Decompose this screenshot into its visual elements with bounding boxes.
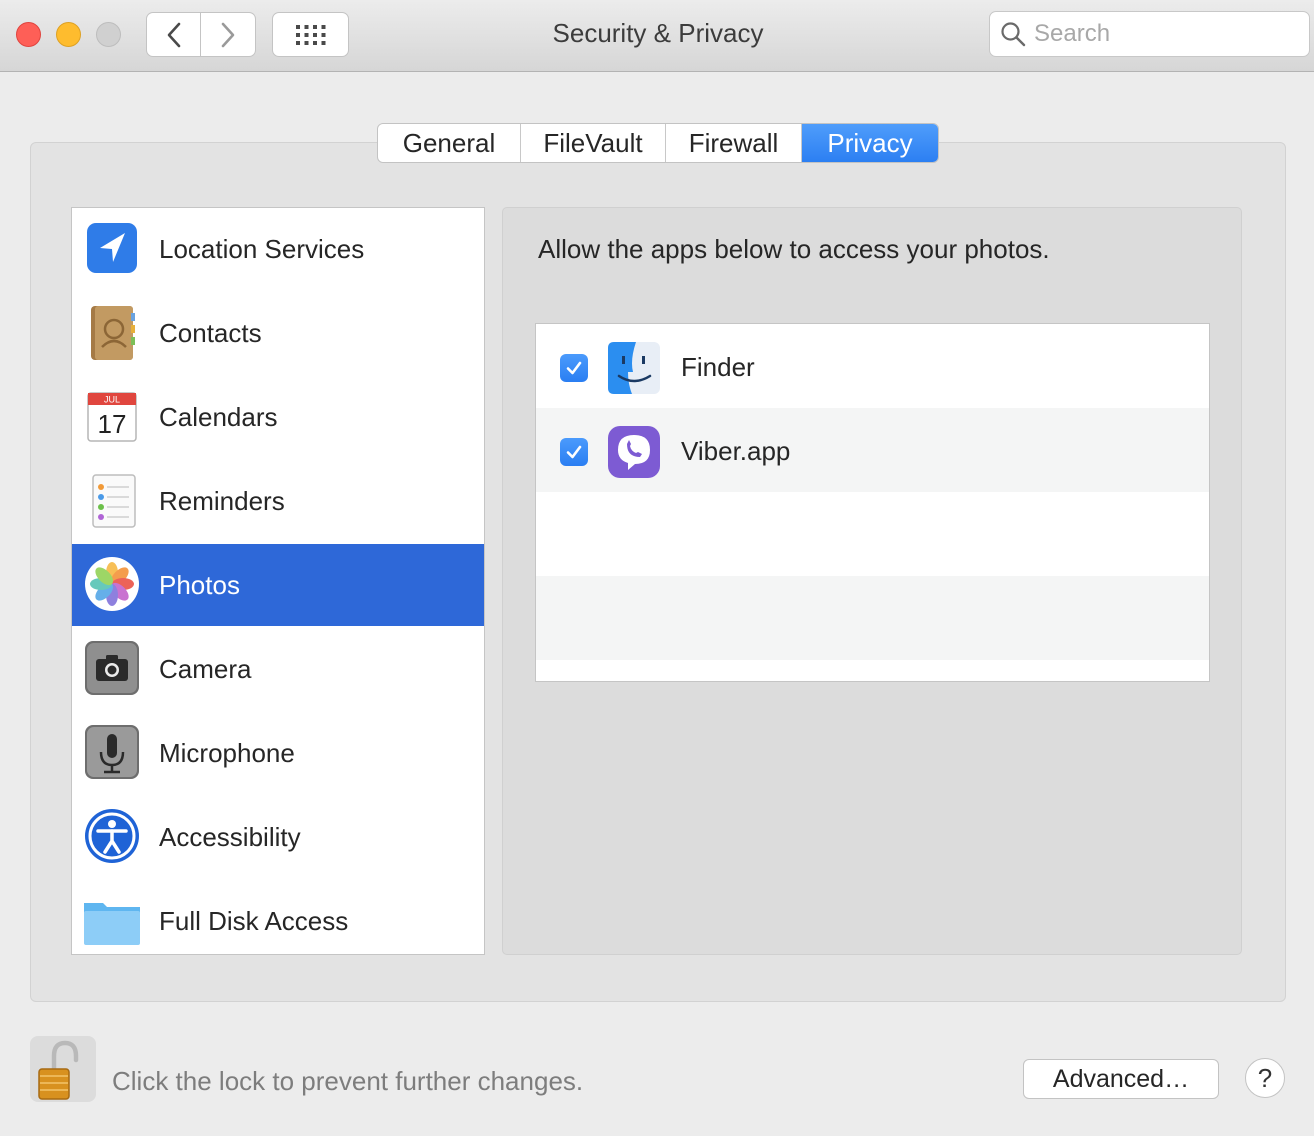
window-title: Security & Privacy	[552, 18, 764, 48]
close-window-button[interactable]	[16, 22, 41, 47]
chevron-left-icon	[167, 22, 180, 47]
category-contacts[interactable]: Contacts	[72, 292, 484, 374]
calendar-month: JUL	[104, 395, 120, 405]
category-label: Calendars	[159, 401, 278, 432]
category-label: Reminders	[159, 485, 285, 516]
category-label: Microphone	[159, 737, 295, 768]
category-microphone[interactable]: Microphone	[72, 712, 484, 794]
finder-checkbox[interactable]	[560, 354, 588, 382]
tab-privacy[interactable]: Privacy	[802, 124, 938, 162]
accessibility-icon	[85, 809, 139, 863]
microphone-icon	[85, 725, 139, 779]
forward-button[interactable]	[201, 12, 256, 57]
location-services-icon	[87, 223, 137, 273]
privacy-category-list[interactable]: Location Services Contacts JUL 17 Calend…	[71, 207, 485, 955]
viber-checkbox[interactable]	[560, 438, 588, 466]
category-camera[interactable]: Camera	[72, 628, 484, 710]
search-field[interactable]	[989, 11, 1310, 57]
calendar-day: 17	[98, 409, 127, 439]
title-bar: Security & Privacy	[0, 0, 1314, 72]
reminders-icon	[92, 474, 136, 528]
checkmark-icon	[566, 445, 582, 459]
search-input[interactable]	[1034, 20, 1294, 48]
app-list[interactable]: Finder Viber.app	[535, 323, 1210, 682]
zoom-window-button[interactable]	[96, 22, 121, 47]
lock-button[interactable]	[30, 1036, 96, 1102]
category-label: Accessibility	[159, 821, 301, 852]
category-label: Photos	[159, 569, 240, 600]
navigation-buttons	[146, 12, 256, 57]
checkmark-icon	[566, 361, 582, 375]
app-row-empty	[536, 492, 1209, 576]
app-row-viber[interactable]: Viber.app	[536, 408, 1209, 492]
app-row-finder[interactable]: Finder	[536, 324, 1209, 408]
app-row-empty	[536, 576, 1209, 660]
unlocked-padlock-icon	[38, 1040, 79, 1100]
category-photos[interactable]: Photos	[72, 544, 484, 626]
back-button[interactable]	[146, 12, 201, 57]
category-label: Location Services	[159, 233, 365, 264]
contacts-icon	[91, 306, 135, 360]
calendar-icon: JUL 17	[87, 392, 137, 442]
folder-icon	[84, 903, 140, 945]
chevron-right-icon	[221, 22, 235, 47]
show-all-button[interactable]	[272, 12, 349, 57]
lock-status-text: Click the lock to prevent further change…	[112, 1066, 584, 1096]
tab-bar: General FileVault Firewall Privacy	[377, 123, 939, 163]
photos-icon	[85, 557, 139, 611]
tab-firewall[interactable]: Firewall	[666, 124, 802, 162]
category-full-disk-access[interactable]: Full Disk Access	[72, 880, 484, 954]
tab-general[interactable]: General	[378, 124, 521, 162]
help-button[interactable]: ?	[1245, 1058, 1285, 1098]
category-reminders[interactable]: Reminders	[72, 460, 484, 542]
category-location-services[interactable]: Location Services	[72, 208, 484, 290]
app-name: Finder	[681, 352, 755, 382]
grid-icon	[295, 24, 325, 45]
finder-icon	[608, 342, 660, 394]
search-icon	[1001, 22, 1026, 47]
camera-icon	[85, 641, 139, 695]
viber-icon	[608, 426, 660, 478]
app-name: Viber.app	[681, 436, 791, 466]
category-label: Contacts	[159, 317, 262, 348]
category-label: Full Disk Access	[159, 905, 349, 936]
pane-heading: Allow the apps below to access your phot…	[538, 234, 1050, 264]
category-calendars[interactable]: JUL 17 Calendars	[72, 376, 484, 458]
minimize-window-button[interactable]	[56, 22, 81, 47]
advanced-button[interactable]: Advanced…	[1023, 1059, 1219, 1099]
category-accessibility[interactable]: Accessibility	[72, 796, 484, 878]
category-label: Camera	[159, 653, 252, 684]
tab-filevault[interactable]: FileVault	[521, 124, 666, 162]
